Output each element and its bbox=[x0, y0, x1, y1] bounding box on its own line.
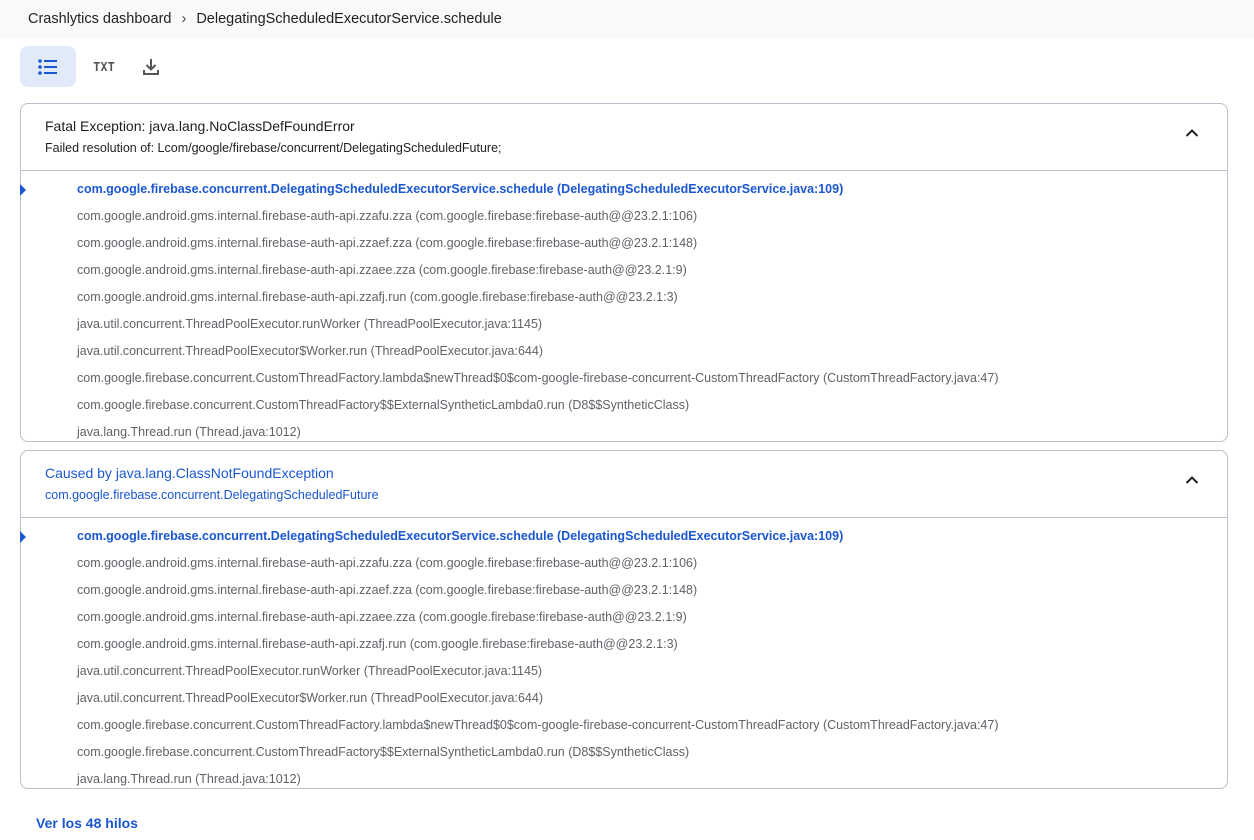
stack-frame[interactable]: java.util.concurrent.ThreadPoolExecutor$… bbox=[21, 685, 1227, 712]
stack-frame[interactable]: com.google.firebase.concurrent.CustomThr… bbox=[21, 739, 1227, 766]
stack-frame[interactable]: com.google.android.gms.internal.firebase… bbox=[21, 284, 1227, 311]
stack-frame[interactable]: java.util.concurrent.ThreadPoolExecutor.… bbox=[21, 658, 1227, 685]
breadcrumb: Crashlytics dashboard › DelegatingSchedu… bbox=[0, 0, 1254, 38]
stack-frame[interactable]: com.google.android.gms.internal.firebase… bbox=[21, 631, 1227, 658]
stack-frame[interactable]: com.google.android.gms.internal.firebase… bbox=[21, 577, 1227, 604]
stack-frame-highlighted[interactable]: com.google.firebase.concurrent.Delegatin… bbox=[20, 523, 1227, 550]
exception-header[interactable]: Fatal Exception: java.lang.NoClassDefFou… bbox=[21, 104, 1227, 171]
exception-title: Fatal Exception: java.lang.NoClassDefFou… bbox=[45, 118, 355, 134]
chevron-up-icon[interactable] bbox=[1185, 475, 1199, 485]
txt-view-button[interactable]: TXT bbox=[76, 46, 132, 87]
breadcrumb-root[interactable]: Crashlytics dashboard bbox=[28, 11, 171, 27]
stack-frame-highlighted[interactable]: com.google.firebase.concurrent.Delegatin… bbox=[20, 176, 1227, 203]
stack-frame[interactable]: java.util.concurrent.ThreadPoolExecutor.… bbox=[21, 311, 1227, 338]
stack-frame[interactable]: java.lang.Thread.run (Thread.java:1012) bbox=[21, 766, 1227, 793]
stack-frame[interactable]: com.google.firebase.concurrent.CustomThr… bbox=[21, 392, 1227, 419]
exception-header[interactable]: Caused by java.lang.ClassNotFoundExcepti… bbox=[21, 451, 1227, 518]
exception-panel-fatal: Fatal Exception: java.lang.NoClassDefFou… bbox=[20, 103, 1228, 442]
download-icon bbox=[143, 58, 159, 75]
stack-frame[interactable]: com.google.android.gms.internal.firebase… bbox=[21, 203, 1227, 230]
stack-frames: com.google.firebase.concurrent.Delegatin… bbox=[20, 518, 1227, 793]
breadcrumb-current: DelegatingScheduledExecutorService.sched… bbox=[196, 11, 502, 27]
exception-panel-caused-by: Caused by java.lang.ClassNotFoundExcepti… bbox=[20, 450, 1228, 789]
stack-frame[interactable]: com.google.firebase.concurrent.CustomThr… bbox=[21, 712, 1227, 739]
chevron-up-icon[interactable] bbox=[1185, 128, 1199, 138]
download-button[interactable] bbox=[132, 46, 170, 87]
stack-frame[interactable]: com.google.android.gms.internal.firebase… bbox=[21, 550, 1227, 577]
stack-frame[interactable]: com.google.android.gms.internal.firebase… bbox=[21, 604, 1227, 631]
stack-frame[interactable]: com.google.android.gms.internal.firebase… bbox=[21, 257, 1227, 284]
stack-frame[interactable]: com.google.android.gms.internal.firebase… bbox=[21, 230, 1227, 257]
stack-frame[interactable]: java.lang.Thread.run (Thread.java:1012) bbox=[21, 419, 1227, 446]
breadcrumb-separator: › bbox=[181, 11, 187, 27]
stack-frame[interactable]: java.util.concurrent.ThreadPoolExecutor$… bbox=[21, 338, 1227, 365]
stack-frames: com.google.firebase.concurrent.Delegatin… bbox=[20, 171, 1227, 446]
view-all-threads-link[interactable]: Ver los 48 hilos bbox=[36, 815, 138, 831]
view-toolbar: TXT bbox=[20, 46, 170, 87]
exception-message: com.google.firebase.concurrent.Delegatin… bbox=[45, 488, 379, 502]
exception-title: Caused by java.lang.ClassNotFoundExcepti… bbox=[45, 465, 334, 481]
list-view-button[interactable] bbox=[20, 46, 76, 87]
stack-frame[interactable]: com.google.firebase.concurrent.CustomThr… bbox=[21, 365, 1227, 392]
list-icon bbox=[38, 58, 57, 75]
exception-message: Failed resolution of: Lcom/google/fireba… bbox=[45, 141, 502, 155]
